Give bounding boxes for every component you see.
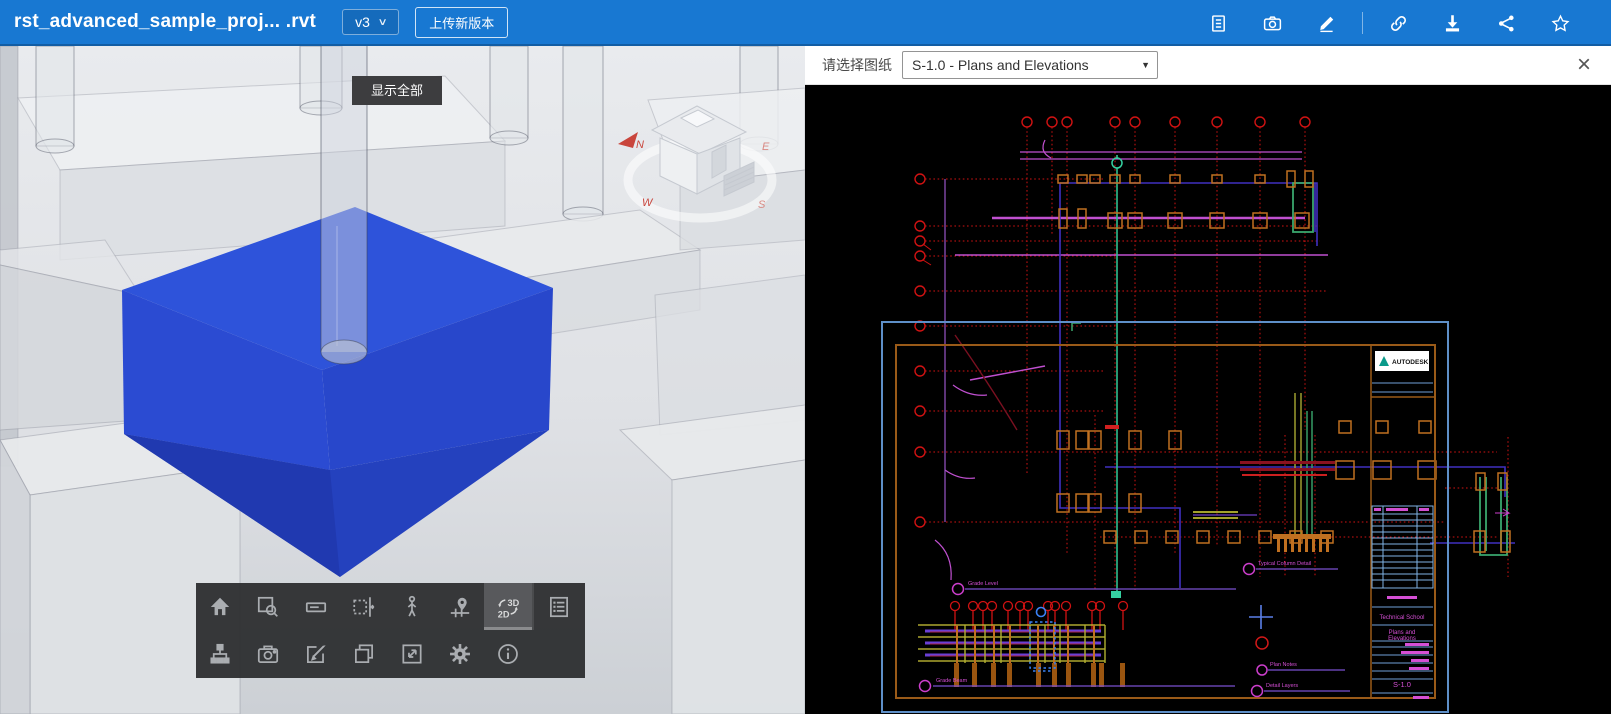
properties-list-button[interactable] [532,583,583,630]
cad-sheet-drawing: AUTODESK Technical School [805,85,1611,714]
callout-plan-notes: Plan Notes [1270,662,1297,668]
upload-new-version-button[interactable]: 上传新版本 [415,7,508,38]
topbar-divider [1362,12,1363,34]
titleblock-project: Technical School [1379,615,1424,621]
viewcube-home[interactable]: N E W S [612,88,792,228]
chevron-down-icon: ∨ [377,17,387,28]
share-icon[interactable] [1496,13,1517,34]
fullscreen-button[interactable] [388,630,436,678]
file-title: rst_advanced_sample_proj... .rvt [14,11,316,33]
markup-button[interactable] [292,630,340,678]
info-button[interactable] [484,630,532,678]
callout-grade-level: Grade Level [968,581,998,587]
callout-detail-layers: Detail Layers [1266,683,1298,689]
model-tree-button[interactable] [196,630,244,678]
topbar-icon-group [1208,0,1571,46]
compass-n: N [636,139,644,151]
zoom-window-button[interactable] [244,583,292,630]
titleblock-title-2: Elevations [1388,636,1416,642]
titleblock-sheet-number: S-1.0 [1393,680,1411,689]
toolbar-row-2 [196,630,585,678]
sheet-panel-header: 请选择图纸 S-1.0 - Plans and Elevations ▼ × [805,46,1611,85]
viewer-toolbar: 3D 2D [196,583,585,678]
link-icon[interactable] [1388,13,1409,34]
compare-button[interactable] [340,630,388,678]
favorite-star-icon[interactable] [1550,13,1571,34]
version-label: v3 [355,14,370,30]
label-3d: 3D [507,597,519,607]
callout-typical-column-detail: Typical Column Detail [1258,561,1311,567]
top-bar: rst_advanced_sample_proj... .rvt v3 ∨ 上传… [0,0,1611,46]
download-icon[interactable] [1442,13,1463,34]
viewer-app: rst_advanced_sample_proj... .rvt v3 ∨ 上传… [0,0,1611,714]
section-plane-button[interactable] [340,583,388,630]
sheet-select-label: 请选择图纸 [822,55,892,75]
sheet-panel: 请选择图纸 S-1.0 - Plans and Elevations ▼ × [805,46,1611,714]
pin-location-button[interactable] [436,583,484,630]
sheet-select[interactable]: S-1.0 - Plans and Elevations [902,51,1158,79]
autodesk-logo-text: AUTODESK [1392,359,1429,366]
home-button[interactable] [196,583,244,630]
notes-icon[interactable] [1208,13,1229,34]
compass-north-arrow [618,132,638,148]
version-dropdown[interactable]: v3 ∨ [342,9,399,35]
compass-e: E [762,141,770,153]
viewer-3d-canvas[interactable]: 显示全部 N E W S [0,46,805,714]
snapshot-icon[interactable] [1262,13,1283,34]
toggle-3d-2d-button[interactable]: 3D 2D [484,583,532,630]
home-house-model [652,106,754,196]
compass-s: S [758,199,766,211]
section-box-button[interactable] [292,583,340,630]
callout-grade-beam: Grade Beam [936,678,968,684]
compass-w: W [642,197,654,209]
first-person-button[interactable] [388,583,436,630]
close-panel-button[interactable]: × [1569,50,1599,80]
toolbar-row-1: 3D 2D [196,583,585,630]
label-2d: 2D [498,609,510,619]
settings-button[interactable] [436,630,484,678]
sheet-drawing-canvas[interactable]: AUTODESK Technical School [805,85,1611,714]
snapshot-button[interactable] [244,630,292,678]
tooltip-show-all: 显示全部 [352,76,442,105]
markup-pen-icon[interactable] [1316,13,1337,34]
